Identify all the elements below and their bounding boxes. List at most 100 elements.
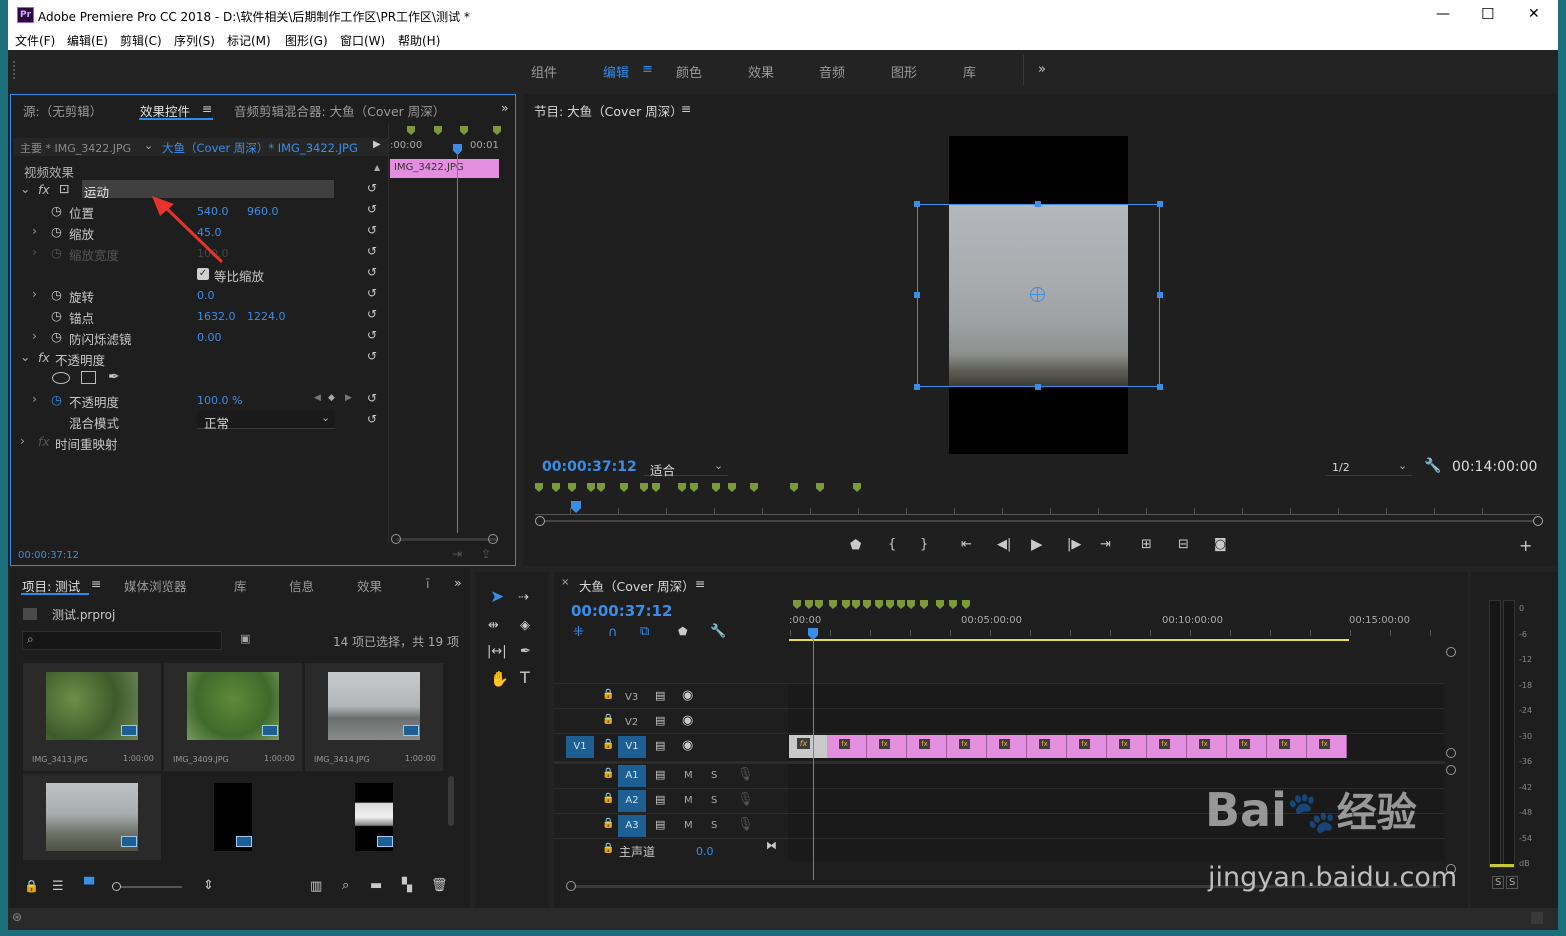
video-clip[interactable]: fx [1187, 735, 1227, 758]
vertical-zoom-handle[interactable] [1446, 647, 1456, 657]
project-item[interactable] [305, 774, 443, 860]
sort-icon[interactable]: ⇕ [203, 879, 214, 892]
go-to-out-icon[interactable]: ⇥ [1100, 538, 1111, 551]
reset-uniform-icon[interactable]: ↺ [367, 265, 377, 279]
master-clip-label[interactable]: 主要 * IMG_3422.JPG [20, 140, 131, 156]
project-search-input[interactable] [22, 631, 222, 650]
go-to-in-icon[interactable]: ⇤ [961, 538, 972, 551]
add-marker-icon[interactable]: ⬟ [850, 539, 861, 552]
reset-blend-icon[interactable]: ↺ [367, 412, 377, 426]
video-clip[interactable]: fx [1227, 735, 1267, 758]
project-menu-icon[interactable]: ≡ [91, 576, 101, 591]
solo-button[interactable]: S [711, 820, 717, 831]
lock-icon[interactable]: 🔒 [602, 715, 614, 725]
filter-clip-icon[interactable]: ⇥ [452, 547, 462, 561]
sync-lock-icon[interactable]: ▤ [655, 794, 665, 805]
fx-badge-icon[interactable]: fx [38, 182, 50, 197]
video-clip[interactable]: fx [1307, 735, 1347, 758]
video-clip[interactable]: fx [1107, 735, 1147, 758]
find-icon[interactable]: ⌕ [342, 879, 349, 892]
chevron-down-icon[interactable]: ⌄ [144, 139, 153, 152]
play-only-icon[interactable]: ▶ [373, 139, 381, 150]
workspace-graphics[interactable]: 图形 [891, 62, 917, 81]
workspace-color[interactable]: 颜色 [676, 62, 702, 81]
lock-icon[interactable]: 🔒 [602, 769, 614, 779]
solo-button[interactable]: S [711, 795, 717, 806]
type-tool-icon[interactable]: T [520, 670, 530, 686]
workspace-editing[interactable]: 编辑 [603, 62, 629, 81]
play-icon[interactable]: ▶ [1031, 537, 1043, 552]
razor-tool-icon[interactable]: ◈ [520, 619, 530, 632]
menu-file[interactable]: 文件(F) [15, 32, 55, 49]
sequence-menu-icon[interactable]: ≡ [695, 576, 705, 591]
menu-clip[interactable]: 剪辑(C) [120, 32, 162, 49]
anchor-y-value[interactable]: 1224.0 [247, 310, 286, 323]
stopwatch-icon[interactable]: ◷ [51, 224, 62, 239]
menu-sequence[interactable]: 序列(S) [174, 32, 215, 49]
lock-icon[interactable]: 🔒 [602, 740, 614, 750]
sequence-clip-label[interactable]: 大鱼（Cover 周深）* IMG_3422.JPG [162, 140, 358, 156]
menu-graphics[interactable]: 图形(G) [285, 32, 328, 49]
anchor-x-value[interactable]: 1632.0 [197, 310, 236, 323]
sync-lock-icon[interactable]: ▤ [655, 715, 665, 726]
video-clip[interactable]: fx [1147, 735, 1187, 758]
transform-handle[interactable] [914, 201, 920, 207]
video-clip[interactable]: fx [947, 735, 987, 758]
stopwatch-active-icon[interactable]: ◷ [51, 392, 62, 407]
project-item[interactable] [164, 774, 302, 860]
transform-handle[interactable] [914, 292, 920, 298]
lift-icon[interactable]: ⊞ [1141, 538, 1152, 551]
scroll-handle-right[interactable] [488, 534, 498, 544]
transform-handle-icon[interactable]: ⊡ [59, 181, 69, 196]
selected-clip[interactable]: fx [789, 735, 827, 758]
source-patch-v1[interactable]: V1 [566, 736, 594, 758]
opacity-value[interactable]: 100.0 % [197, 394, 242, 407]
scroll-handle-left[interactable] [391, 534, 401, 544]
settings-wrench-icon[interactable]: 🔧 [1424, 458, 1441, 474]
expand-time-remap-icon[interactable]: › [20, 433, 25, 448]
tab-source[interactable]: 源:（无剪辑） [23, 101, 102, 120]
eye-icon[interactable]: ◉ [682, 739, 693, 752]
expand-rotation-icon[interactable]: › [32, 286, 37, 301]
opacity-group-label[interactable]: 不透明度 [55, 350, 105, 369]
scroll-handle-left[interactable] [566, 881, 576, 891]
vertical-zoom-handle[interactable] [1446, 748, 1456, 758]
project-item[interactable]: IMG_3409.JPG 1:00:00 [164, 663, 302, 771]
video-clip[interactable]: fx [1067, 735, 1107, 758]
mark-out-icon[interactable]: } [920, 538, 928, 551]
stopwatch-icon[interactable]: ◷ [51, 308, 62, 323]
expand-scale-icon[interactable]: › [32, 223, 37, 238]
expand-opacity-icon[interactable]: › [32, 391, 37, 406]
transform-handle[interactable] [1157, 292, 1163, 298]
transform-handle[interactable] [1157, 384, 1163, 390]
transform-handle[interactable] [1035, 201, 1041, 207]
trash-icon[interactable]: 🗑 [431, 879, 448, 892]
stopwatch-icon[interactable]: ◷ [51, 203, 62, 218]
close-button[interactable]: ✕ [1528, 6, 1540, 22]
prev-keyframe-icon[interactable]: ◀ [314, 393, 321, 403]
reset-scale-width-icon[interactable]: ↺ [367, 244, 377, 258]
video-clip[interactable]: fx [907, 735, 947, 758]
project-scrollbar[interactable] [448, 776, 454, 826]
video-clip[interactable]: fx [867, 735, 907, 758]
thumbnail-size-slider[interactable] [116, 886, 182, 888]
position-y-value[interactable]: 960.0 [247, 205, 279, 218]
tab-info[interactable]: 信息 [289, 576, 314, 595]
tab-effects[interactable]: 效果 [357, 576, 382, 595]
mic-icon[interactable]: 🎙 [737, 793, 754, 806]
track-select-tool-icon[interactable]: ⇢ [518, 591, 529, 604]
video-clip[interactable]: fx [987, 735, 1027, 758]
pen-tool-icon[interactable]: ✒ [520, 645, 531, 658]
track-target-a2[interactable]: A2 [618, 790, 646, 812]
reset-scale-icon[interactable]: ↺ [367, 223, 377, 237]
sync-lock-icon[interactable]: ▤ [655, 819, 665, 830]
video-clip[interactable]: fx [827, 735, 867, 758]
export-frame-icon[interactable]: ◙ [1214, 538, 1227, 551]
new-item-icon[interactable]: ▚ [402, 879, 412, 892]
close-sequence-icon[interactable]: × [561, 577, 569, 588]
stopwatch-icon[interactable]: ◷ [51, 287, 62, 302]
zoom-handle-left[interactable] [535, 516, 545, 526]
next-keyframe-icon[interactable]: ▶ [345, 393, 352, 403]
transform-handle[interactable] [1035, 384, 1041, 390]
ellipse-mask-icon[interactable] [52, 372, 70, 384]
